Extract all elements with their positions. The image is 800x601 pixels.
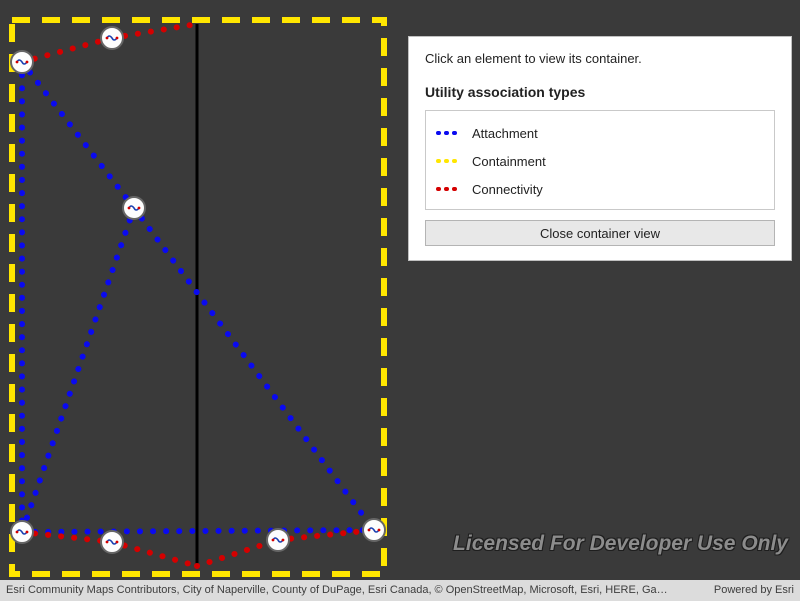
legend-title: Utility association types <box>425 84 775 100</box>
legend-row-containment: Containment <box>436 147 764 175</box>
legend-label: Attachment <box>472 126 538 141</box>
containment-swatch <box>436 155 460 167</box>
legend-label: Connectivity <box>472 182 543 197</box>
attribution-powered[interactable]: Powered by Esri <box>714 580 794 601</box>
legend-label: Containment <box>472 154 546 169</box>
panel-hint: Click an element to view its container. <box>425 51 775 66</box>
connectivity-edge[interactable] <box>112 542 197 566</box>
connectivity-swatch <box>436 183 460 195</box>
legend-row-attachment: Attachment <box>436 119 764 147</box>
attribution-bar: Esri Community Maps Contributors, City o… <box>0 580 800 601</box>
app-root: Licensed For Developer Use Only Click an… <box>0 0 800 601</box>
legend-box: Attachment Containment Connectivity <box>425 110 775 210</box>
utility-node[interactable] <box>363 519 385 541</box>
attachment-edge[interactable] <box>134 208 374 530</box>
close-container-button[interactable]: Close container view <box>425 220 775 246</box>
utility-node[interactable] <box>11 51 33 73</box>
utility-node[interactable] <box>267 529 289 551</box>
attachment-swatch <box>436 127 460 139</box>
attachment-edge[interactable] <box>22 208 134 532</box>
connectivity-edge[interactable] <box>197 540 278 566</box>
utility-node[interactable] <box>101 531 123 553</box>
legend-row-connectivity: Connectivity <box>436 175 764 203</box>
connectivity-edge[interactable] <box>22 38 112 62</box>
attachment-edge[interactable] <box>22 62 134 208</box>
attribution-sources: Esri Community Maps Contributors, City o… <box>6 580 714 601</box>
utility-node[interactable] <box>101 27 123 49</box>
connectivity-edge[interactable] <box>112 24 197 38</box>
utility-node[interactable] <box>11 521 33 543</box>
utility-node[interactable] <box>123 197 145 219</box>
info-panel: Click an element to view its container. … <box>408 36 792 261</box>
